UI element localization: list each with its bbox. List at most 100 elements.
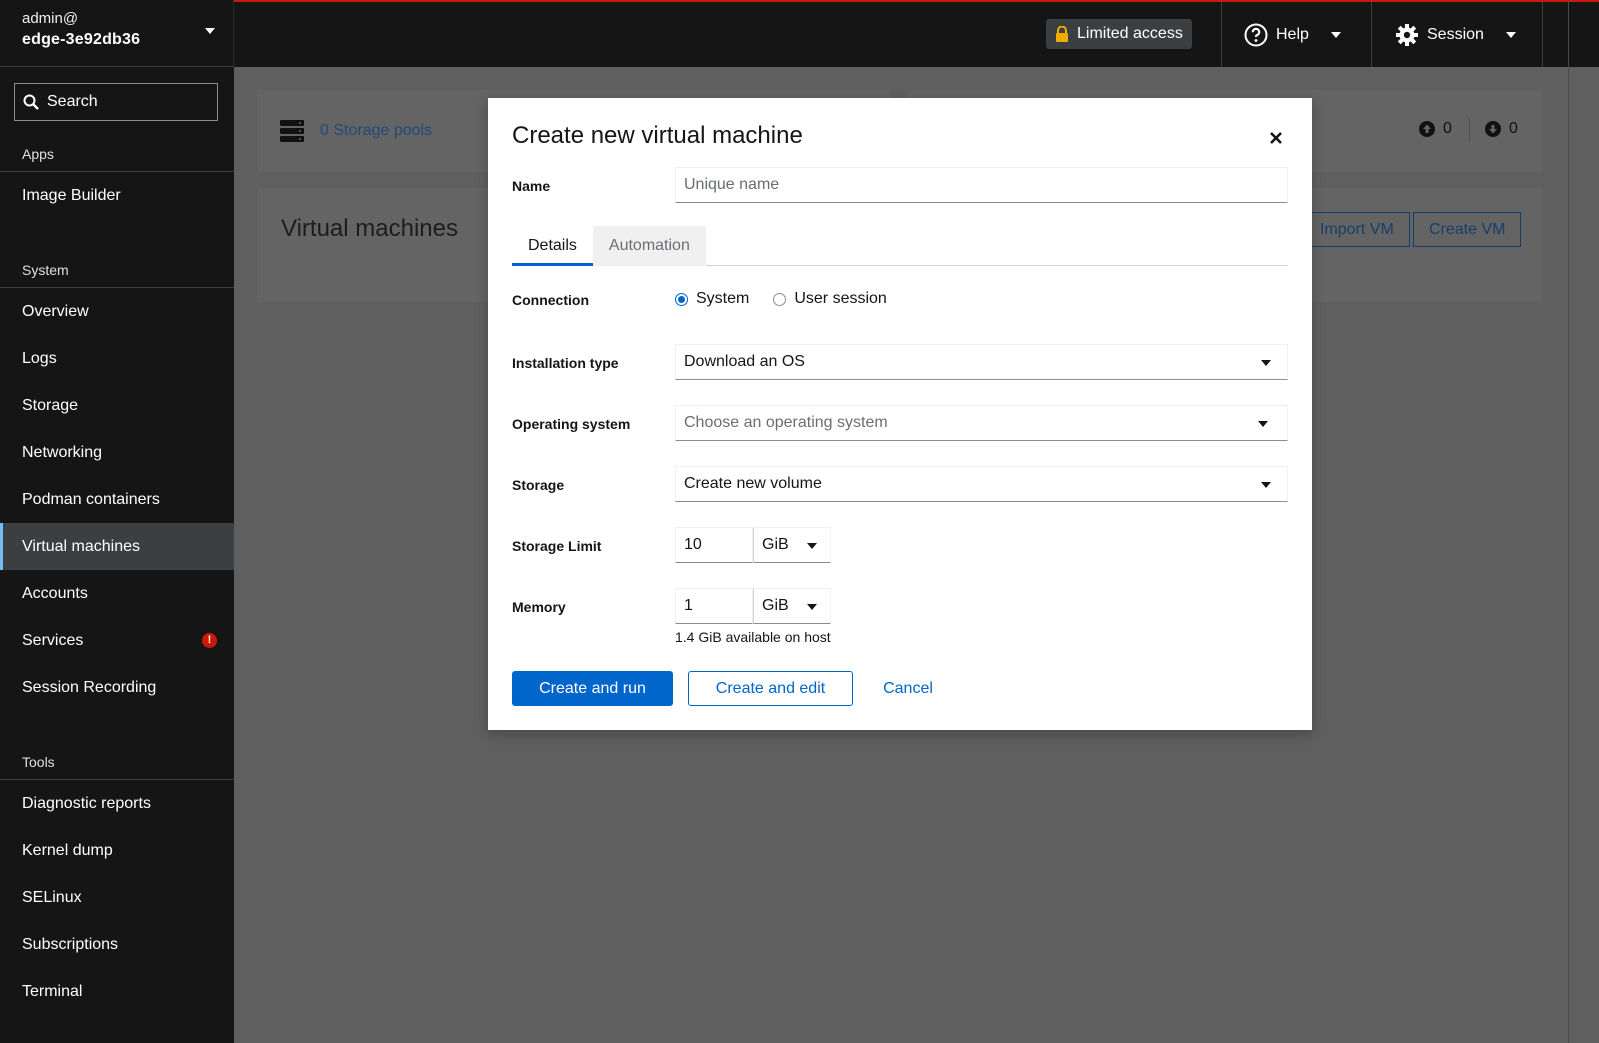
networks-inactive-count: 0 [1485, 120, 1518, 138]
networks-up-value: 0 [1443, 120, 1452, 137]
memory-helper-text: 1.4 GiB available on host [675, 629, 831, 645]
host-switcher[interactable]: admin@ edge-3e92db36 [0, 0, 234, 67]
installation-type-label: Installation type [512, 355, 619, 371]
chevron-down-icon [1261, 482, 1271, 488]
help-icon [1244, 23, 1268, 47]
create-and-run-button[interactable]: Create and run [512, 671, 673, 706]
name-input[interactable] [675, 167, 1288, 203]
gear-icon [1396, 24, 1418, 46]
operating-system-label: Operating system [512, 416, 631, 432]
search-icon [23, 94, 39, 110]
networks-down-value: 0 [1509, 120, 1518, 137]
storage-value: Create new volume [684, 475, 822, 492]
storage-limit-group: GiB [675, 527, 831, 563]
alert-badge-icon: ! [202, 633, 217, 648]
sidebar-item-image-builder[interactable]: Image Builder [0, 172, 234, 219]
sidebar-item-networking[interactable]: Networking [0, 429, 234, 476]
divider [1542, 2, 1543, 69]
create-and-edit-button[interactable]: Create and edit [688, 671, 853, 706]
masthead: Limited access Help Session [234, 0, 1599, 69]
connection-label: Connection [512, 292, 589, 308]
help-menu-button[interactable]: Help [1244, 20, 1341, 50]
sidebar-item-kernel-dump[interactable]: Kernel dump [0, 827, 234, 874]
memory-unit-select[interactable]: GiB [753, 588, 831, 624]
memory-group: GiB [675, 588, 831, 624]
storage-pools-link[interactable]: 0 Storage pools [280, 120, 433, 142]
name-label: Name [512, 178, 551, 194]
sidebar-item-terminal[interactable]: Terminal [0, 968, 234, 1015]
search-input[interactable] [47, 93, 197, 111]
sidebar-item-subscriptions[interactable]: Subscriptions [0, 921, 234, 968]
arrow-circle-up-icon [1419, 121, 1435, 137]
divider [1371, 2, 1372, 69]
chevron-down-icon [1261, 360, 1271, 366]
dialog-title: Create new virtual machine [512, 122, 803, 149]
sidebar-item-diagnostic-reports[interactable]: Diagnostic reports [0, 780, 234, 827]
user-session-radio[interactable] [773, 292, 787, 306]
storage-pools-icon [280, 120, 304, 142]
import-vm-button[interactable]: Import VM [1304, 212, 1410, 247]
chevron-down-icon [807, 543, 817, 549]
scrollbar[interactable] [1568, 0, 1599, 1043]
sidebar-item-selinux[interactable]: SELinux [0, 874, 234, 921]
sidebar-item-services[interactable]: Services ! [0, 617, 234, 664]
sidebar-item-session-recording[interactable]: Session Recording [0, 664, 234, 711]
operating-system-select[interactable]: Choose an operating system [675, 405, 1288, 441]
create-vm-button[interactable]: Create VM [1413, 212, 1522, 247]
storage-pools-label: 0 Storage pools [320, 122, 433, 139]
limited-access-label: Limited access [1077, 25, 1183, 42]
divider [1469, 118, 1470, 142]
session-menu-button[interactable]: Session [1395, 20, 1516, 50]
tab-details[interactable]: Details [512, 226, 593, 266]
installation-type-value: Download an OS [684, 353, 805, 370]
dialog-tabs: Details Automation [512, 226, 1288, 266]
memory-input[interactable] [675, 588, 753, 624]
page-title: Virtual machines [281, 215, 458, 242]
chevron-down-icon [807, 604, 817, 610]
search-box[interactable] [14, 83, 218, 121]
operating-system-placeholder: Choose an operating system [684, 414, 888, 431]
create-vm-dialog: Create new virtual machine Name Details … [488, 98, 1312, 730]
memory-label: Memory [512, 599, 566, 615]
chevron-down-icon [1330, 32, 1341, 38]
sidebar-item-logs[interactable]: Logs [0, 335, 234, 382]
nav-tools: Tools Diagnostic reports Kernel dump SEL… [0, 744, 234, 1015]
sidebar-item-virtual-machines[interactable]: Virtual machines [0, 523, 234, 570]
nav-section-system: System [0, 252, 234, 288]
storage-limit-input[interactable] [675, 527, 753, 563]
connection-radio-group: System User session [675, 290, 887, 308]
host-name: edge-3e92db36 [22, 31, 141, 48]
sidebar-item-podman-containers[interactable]: Podman containers [0, 476, 234, 523]
chevron-down-icon [1505, 32, 1516, 38]
host-user: admin@ [22, 10, 79, 27]
sidebar-item-accounts[interactable]: Accounts [0, 570, 234, 617]
chevron-down-icon[interactable] [205, 28, 215, 34]
storage-select[interactable]: Create new volume [675, 466, 1288, 502]
nav-apps: Apps Image Builder [0, 136, 234, 219]
nav-system: System Overview Logs Storage Networking … [0, 252, 234, 711]
user-session-radio-label[interactable]: User session [794, 290, 886, 308]
networks-active-count: 0 [1419, 120, 1452, 138]
nav-section-tools: Tools [0, 744, 234, 780]
limited-access-button[interactable]: Limited access [1046, 19, 1192, 49]
cancel-button[interactable]: Cancel [868, 671, 948, 706]
arrow-circle-down-icon [1485, 121, 1501, 137]
system-radio[interactable] [675, 292, 688, 306]
lock-icon [1056, 26, 1068, 42]
installation-type-select[interactable]: Download an OS [675, 344, 1288, 380]
sidebar-item-storage[interactable]: Storage [0, 382, 234, 429]
storage-label: Storage [512, 477, 565, 493]
storage-limit-unit-select[interactable]: GiB [753, 527, 831, 563]
nav-section-apps: Apps [0, 136, 234, 172]
chevron-down-icon [1258, 421, 1268, 427]
sidebar-item-label: Services [22, 632, 84, 649]
sidebar-item-overview[interactable]: Overview [0, 288, 234, 335]
tab-automation[interactable]: Automation [592, 226, 706, 266]
storage-limit-label: Storage Limit [512, 538, 602, 554]
close-icon[interactable] [1268, 130, 1284, 146]
storage-limit-unit: GiB [762, 536, 789, 553]
divider [1221, 2, 1222, 69]
sidebar: admin@ edge-3e92db36 Apps Image Builder … [0, 0, 234, 1043]
session-label: Session [1427, 26, 1484, 43]
system-radio-label[interactable]: System [696, 290, 749, 308]
